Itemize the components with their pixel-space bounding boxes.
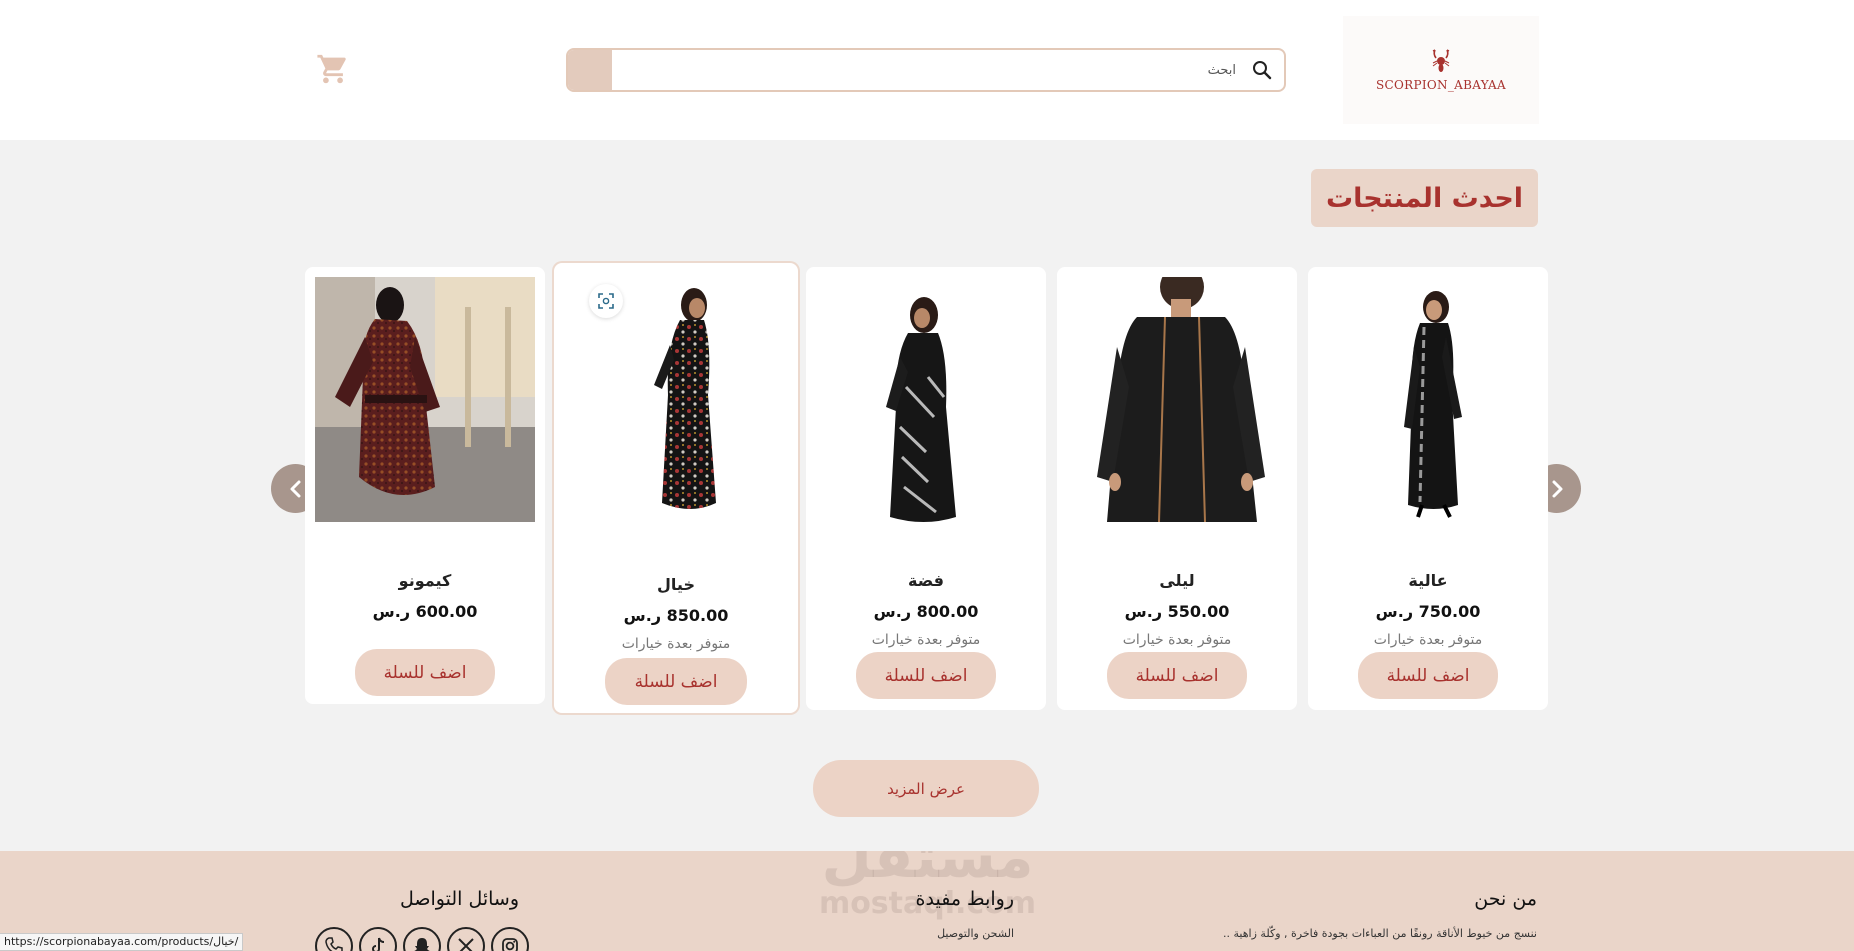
product-photo [1404, 291, 1462, 518]
product-photo [886, 297, 956, 522]
search-icon[interactable] [1252, 60, 1272, 80]
phone-icon[interactable] [315, 927, 353, 951]
about-text: ننسج من خيوط الأناقة رونقًا من العباءات … [1223, 927, 1537, 940]
site-logo[interactable]: SCORPION_ABAYAA [1343, 16, 1539, 124]
social-title: وسائل التواصل [400, 888, 520, 910]
product-name[interactable]: فضة [806, 571, 1046, 590]
product-image[interactable] [1318, 277, 1538, 522]
product-card[interactable]: فضة 800.00 ر.س متوفر بعدة خيارات اضف للس… [806, 267, 1046, 710]
add-to-cart-button[interactable]: اضف للسلة [856, 652, 996, 699]
scorpion-icon [1432, 49, 1450, 72]
status-url: https://scorpionabayaa.com/products/خيال… [0, 933, 244, 951]
product-availability: متوفر بعدة خيارات [1122, 632, 1232, 648]
product-price: 850.00 ر.س [623, 606, 729, 625]
chevron-left-icon [290, 480, 300, 497]
product-name[interactable]: كيمونو [305, 571, 545, 590]
product-price: 750.00 ر.س [1375, 602, 1481, 621]
product-name[interactable]: ليلى [1057, 571, 1297, 590]
footer-link-shipping[interactable]: الشحن والتوصيل [937, 927, 1014, 940]
search-bar [566, 48, 1286, 92]
product-availability: متوفر بعدة خيارات [1373, 632, 1483, 648]
product-card[interactable]: عالية 750.00 ر.س متوفر بعدة خيارات اضف ل… [1308, 267, 1548, 710]
logo-text: SCORPION_ABAYAA [1376, 78, 1506, 92]
site-header: SCORPION_ABAYAA [0, 0, 1854, 140]
product-name[interactable]: عالية [1308, 571, 1548, 590]
social-links [315, 927, 529, 951]
section-title: احدث المنتجات [1311, 169, 1538, 227]
add-to-cart-button[interactable]: اضف للسلة [1107, 652, 1247, 699]
product-card[interactable]: خيال 850.00 ر.س متوفر بعدة خيارات اضف لل… [554, 263, 798, 713]
product-price: 800.00 ر.س [873, 602, 979, 621]
product-card[interactable]: ليلى 550.00 ر.س متوفر بعدة خيارات اضف لل… [1057, 267, 1297, 710]
add-to-cart-button[interactable]: اضف للسلة [605, 658, 747, 705]
product-price: 600.00 ر.س [372, 602, 478, 621]
cart-icon[interactable] [316, 52, 350, 86]
product-name[interactable]: خيال [554, 575, 798, 594]
about-title: من نحن [1474, 888, 1537, 910]
product-image[interactable] [816, 277, 1036, 522]
product-price: 550.00 ر.س [1124, 602, 1230, 621]
product-image[interactable] [315, 277, 535, 522]
product-card[interactable]: كيمونو 600.00 ر.س اضف للسلة [305, 267, 545, 704]
product-availability: متوفر بعدة خيارات [621, 636, 731, 652]
section-title-text: احدث المنتجات [1325, 182, 1524, 214]
show-more-button[interactable]: عرض المزيد [813, 760, 1039, 817]
product-photo [315, 277, 535, 522]
product-image[interactable] [1067, 277, 1287, 522]
search-input[interactable] [636, 50, 1236, 90]
site-footer: مستقل mostaql.com من نحن ننسج من خيوط ال… [0, 851, 1854, 951]
x-icon[interactable] [447, 927, 485, 951]
snapchat-icon[interactable] [403, 927, 441, 951]
add-to-cart-button[interactable]: اضف للسلة [355, 649, 495, 696]
links-title: روابط مفيدة [915, 888, 1014, 910]
chevron-right-icon [1552, 480, 1562, 497]
search-submit-button[interactable] [568, 50, 612, 90]
add-to-cart-button[interactable]: اضف للسلة [1358, 652, 1498, 699]
tiktok-icon[interactable] [359, 927, 397, 951]
instagram-icon[interactable] [491, 927, 529, 951]
watermark-arabic: مستقل [821, 851, 1034, 891]
product-photo [1097, 277, 1265, 522]
product-availability: متوفر بعدة خيارات [871, 632, 981, 648]
scan-icon[interactable] [589, 284, 623, 318]
